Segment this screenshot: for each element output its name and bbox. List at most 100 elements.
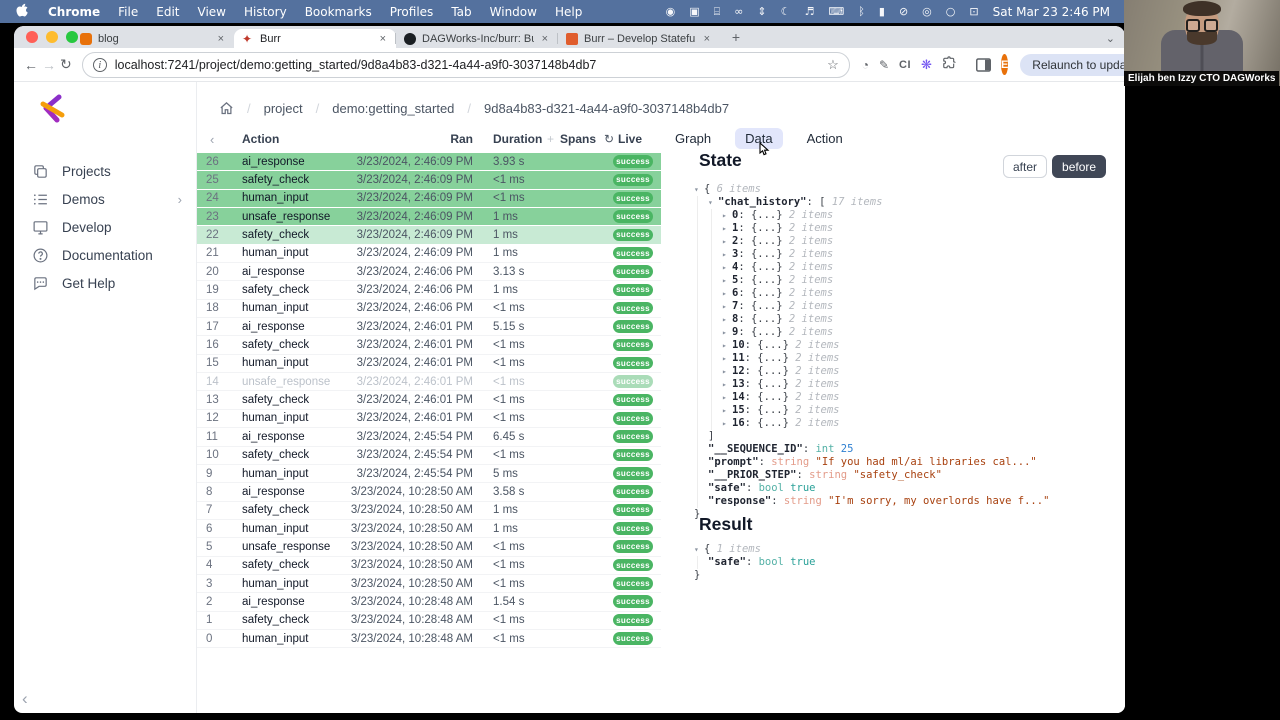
table-row[interactable]: 24 human_input 3/23/2024, 2:46:09 PM <1 ms s… xyxy=(197,189,661,209)
control-center-icon[interactable]: ⊡ xyxy=(969,5,978,18)
table-back-icon[interactable]: ‹ xyxy=(210,132,214,147)
screen-record-icon[interactable]: ▣ xyxy=(689,5,699,18)
new-tab-button[interactable]: + xyxy=(728,29,744,45)
table-row[interactable]: 4 safety_check 3/23/2024, 10:28:50 AM <1 ms… xyxy=(197,557,661,575)
table-row[interactable]: 12 human_input 3/23/2024, 2:46:01 PM <1 ms s… xyxy=(197,410,661,429)
table-row[interactable]: 23 unsafe_response 3/23/2024, 2:46:09 PM 1 … xyxy=(197,208,661,227)
table-row[interactable]: 26 ai_response 3/23/2024, 2:46:09 PM 3.93 s… xyxy=(197,153,661,172)
sidebar-item-get-help[interactable]: Get Help xyxy=(14,269,196,297)
table-row[interactable]: 7 safety_check 3/23/2024, 10:28:50 AM 1 ms s… xyxy=(197,502,661,520)
table-row[interactable]: 18 human_input 3/23/2024, 2:46:06 PM <1 ms s… xyxy=(197,300,661,319)
minimize-window-button[interactable] xyxy=(46,31,58,43)
keyboard-icon[interactable]: ⌨ xyxy=(828,5,844,18)
table-row[interactable]: 19 safety_check 3/23/2024, 2:46:06 PM 1 ms s… xyxy=(197,281,661,300)
key-icon[interactable]: ◉ xyxy=(666,5,676,18)
table-row[interactable]: 2 ai_response 3/23/2024, 10:28:48 AM 1.54 s… xyxy=(197,593,661,612)
tab-action[interactable]: Action xyxy=(797,128,853,149)
profile-avatar[interactable]: E xyxy=(1000,54,1009,75)
menubar-item-edit[interactable]: Edit xyxy=(156,5,179,19)
extension-pen-icon[interactable]: ✎ xyxy=(879,58,889,72)
table-row[interactable]: 11 ai_response 3/23/2024, 2:45:54 PM 6.45 s… xyxy=(197,428,661,447)
after-button[interactable]: after xyxy=(1003,155,1048,178)
record-icon[interactable]: ◎ xyxy=(922,5,932,18)
live-toggle[interactable]: Live xyxy=(618,132,642,146)
sidebar-item-demos[interactable]: Demos › xyxy=(14,185,196,213)
url-bar[interactable]: i localhost:7241/project/demo:getting_st… xyxy=(81,51,850,78)
table-row[interactable]: 1 safety_check 3/23/2024, 10:28:48 AM <1 ms… xyxy=(197,612,661,630)
table-row[interactable]: 25 safety_check 3/23/2024, 2:46:09 PM <1 ms… xyxy=(197,171,661,190)
table-row[interactable]: 20 ai_response 3/23/2024, 2:46:06 PM 3.13 s… xyxy=(197,263,661,282)
menubar-item-bookmarks[interactable]: Bookmarks xyxy=(305,5,372,19)
bluetooth-icon[interactable]: ᛒ xyxy=(858,5,865,18)
battery-app-icon[interactable]: ⇕ xyxy=(757,5,766,18)
table-row[interactable]: 22 safety_check 3/23/2024, 2:46:09 PM 1 ms s… xyxy=(197,226,661,245)
table-row[interactable]: 16 safety_check 3/23/2024, 2:46:01 PM <1 ms… xyxy=(197,336,661,355)
table-row[interactable]: 8 ai_response 3/23/2024, 10:28:50 AM 3.58 s… xyxy=(197,483,661,502)
battery-icon[interactable]: ▮ xyxy=(879,5,885,18)
menubar-item-view[interactable]: View xyxy=(198,5,226,19)
close-window-button[interactable] xyxy=(26,31,38,43)
live-refresh-icon[interactable]: ↻ xyxy=(604,132,614,146)
browser-tab[interactable]: ✦ Burr × xyxy=(234,29,396,48)
sidebar-item-projects[interactable]: Projects xyxy=(14,157,196,185)
search-icon[interactable]: ○ xyxy=(946,5,956,18)
tab-close-icon[interactable]: × xyxy=(378,33,388,45)
table-row[interactable]: 3 human_input 3/23/2024, 10:28:50 AM <1 ms s… xyxy=(197,575,661,594)
table-row[interactable]: 17 ai_response 3/23/2024, 2:46:01 PM 5.15 s… xyxy=(197,318,661,337)
browser-tab[interactable]: DAGWorks-Inc/burr: Build ap × xyxy=(395,29,558,48)
bookmark-star-icon[interactable]: ☆ xyxy=(827,57,839,73)
menubar-item-tab[interactable]: Tab xyxy=(451,5,471,19)
focus-moon-icon[interactable]: ☾ xyxy=(781,5,791,18)
glasses-icon[interactable]: ∞ xyxy=(734,5,743,18)
tab-graph[interactable]: Graph xyxy=(665,128,721,149)
wifi-off-icon[interactable]: ⊘ xyxy=(899,5,908,18)
extension-circle-icon[interactable]: ◔ xyxy=(862,58,869,72)
column-action[interactable]: Action xyxy=(242,132,279,146)
side-panel-icon[interactable] xyxy=(975,57,991,72)
spans-plus-icon[interactable]: + xyxy=(547,132,554,146)
menubar-item-file[interactable]: File xyxy=(118,5,138,19)
menubar-item-window[interactable]: Window xyxy=(490,5,537,19)
url-text[interactable]: localhost:7241/project/demo:getting_star… xyxy=(115,58,819,72)
display-icon[interactable]: ⌸ xyxy=(714,5,721,19)
menubar-clock[interactable]: Sat Mar 23 2:46 PM xyxy=(993,5,1110,19)
tab-close-icon[interactable]: × xyxy=(540,33,550,45)
sidebar-collapse-icon[interactable]: ‹ xyxy=(22,689,28,709)
sidebar-item-develop[interactable]: Develop xyxy=(14,213,196,241)
table-row[interactable]: 13 safety_check 3/23/2024, 2:46:01 PM <1 ms… xyxy=(197,391,661,410)
apple-icon[interactable] xyxy=(16,3,28,21)
tab-close-icon[interactable]: × xyxy=(702,33,712,45)
site-info-icon[interactable]: i xyxy=(92,57,107,72)
table-row[interactable]: 6 human_input 3/23/2024, 10:28:50 AM 1 ms su… xyxy=(197,520,661,539)
tab-close-icon[interactable]: × xyxy=(216,33,226,45)
menubar-item-chrome[interactable]: Chrome xyxy=(48,5,100,19)
column-duration[interactable]: Duration xyxy=(493,132,542,146)
menubar-item-profiles[interactable]: Profiles xyxy=(390,5,434,19)
relaunch-to-update-button[interactable]: Relaunch to update xyxy=(1020,53,1125,76)
browser-tab[interactable]: Burr – Develop Stateful AI Ap × xyxy=(557,29,720,48)
breadcrumb-item[interactable]: project xyxy=(264,101,303,116)
back-button[interactable]: ← xyxy=(24,57,38,73)
table-row[interactable]: 21 human_input 3/23/2024, 2:46:09 PM 1 ms su… xyxy=(197,245,661,264)
home-icon[interactable] xyxy=(219,101,234,116)
table-row[interactable]: 10 safety_check 3/23/2024, 2:45:54 PM <1 ms… xyxy=(197,447,661,465)
burr-logo[interactable] xyxy=(38,92,196,131)
reload-button[interactable]: ↻ xyxy=(60,56,72,73)
before-button[interactable]: before xyxy=(1052,155,1107,178)
breadcrumb-item[interactable]: 9d8a4b83-d321-4a44-a9f0-3037148b4db7 xyxy=(484,101,729,116)
menubar-item-help[interactable]: Help xyxy=(555,5,582,19)
tab-overflow-button[interactable]: ⌄ xyxy=(1106,32,1115,45)
breadcrumb-item[interactable]: demo:getting_started xyxy=(332,101,454,116)
table-row[interactable]: 9 human_input 3/23/2024, 2:45:54 PM 5 ms suc… xyxy=(197,465,661,484)
extension-flower-icon[interactable]: ❋ xyxy=(921,57,932,73)
table-row[interactable]: 5 unsafe_response 3/23/2024, 10:28:50 AM <1… xyxy=(197,538,661,557)
extension-ci-icon[interactable]: CI xyxy=(899,59,911,71)
menubar-item-history[interactable]: History xyxy=(244,5,287,19)
table-row[interactable]: 15 human_input 3/23/2024, 2:46:01 PM <1 ms s… xyxy=(197,355,661,374)
forward-button[interactable]: → xyxy=(42,57,56,73)
volume-icon[interactable]: ♬ xyxy=(805,5,815,18)
column-spans[interactable]: Spans xyxy=(560,132,596,146)
table-row[interactable]: 0 human_input 3/23/2024, 10:28:48 AM <1 ms s… xyxy=(197,630,661,649)
extensions-puzzle-icon[interactable] xyxy=(942,56,956,73)
browser-tab[interactable]: blog × xyxy=(72,29,234,48)
